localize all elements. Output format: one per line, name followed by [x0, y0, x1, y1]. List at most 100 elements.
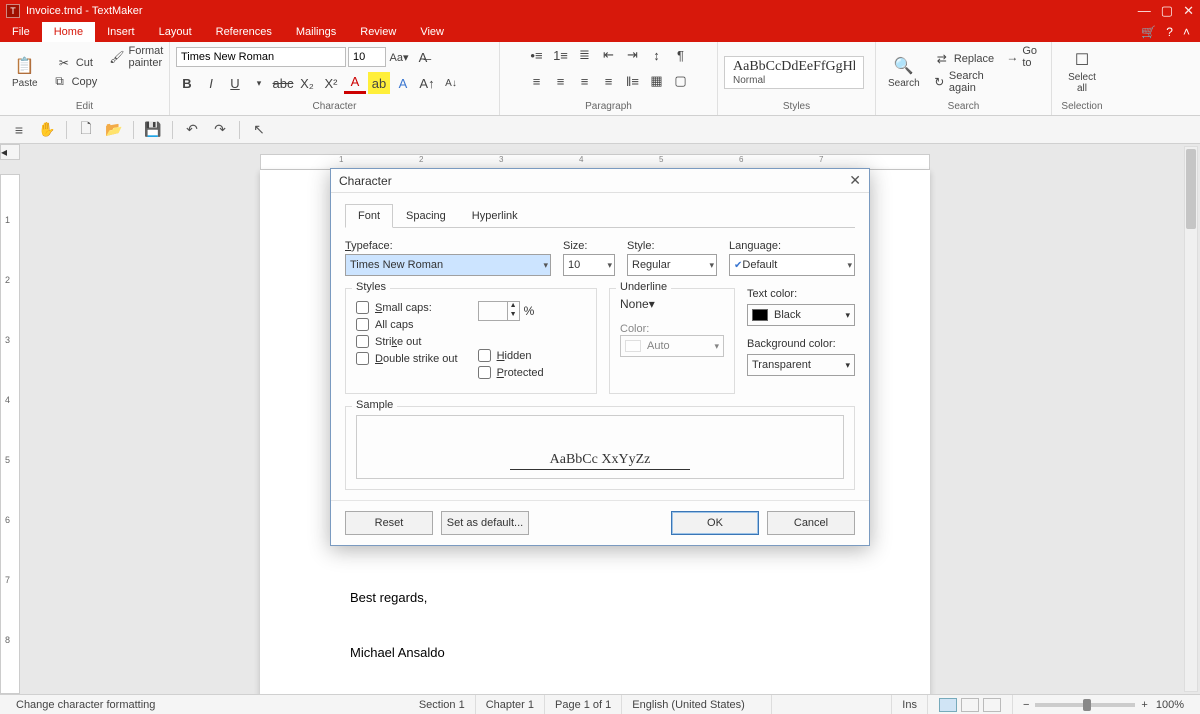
scrollbar-thumb[interactable] [1186, 149, 1196, 229]
set-default-button[interactable]: Set as default... [441, 511, 529, 535]
bg-color-combo[interactable]: Transparent▾ [747, 354, 855, 376]
zoom-slider-knob[interactable] [1083, 699, 1091, 711]
zoom-level[interactable]: 100% [1156, 699, 1184, 711]
paste-button[interactable]: 📋 Paste [6, 54, 44, 91]
protected-checkbox[interactable]: Protected [478, 366, 544, 379]
bold-button[interactable]: B [176, 72, 198, 94]
status-page[interactable]: Page 1 of 1 [545, 695, 622, 714]
search-button[interactable]: 🔍Search [882, 54, 926, 91]
dialog-close-button[interactable]: ✕ [849, 172, 861, 189]
bullets-button[interactable]: •≡ [526, 44, 548, 66]
multilevel-button[interactable]: ≣ [574, 44, 596, 66]
clear-formatting-icon[interactable]: A̶ [412, 46, 434, 68]
shrink-font-button[interactable]: A↓ [440, 72, 462, 94]
tab-file[interactable]: File [0, 22, 42, 42]
status-language[interactable]: English (United States) [622, 695, 772, 714]
select-all-button[interactable]: ☐Select all [1058, 48, 1106, 96]
shading-button[interactable]: ▦ [646, 70, 668, 92]
font-size-combo[interactable] [348, 47, 386, 67]
zoom-slider[interactable] [1035, 703, 1135, 707]
tab-home[interactable]: Home [42, 22, 95, 42]
show-marks-button[interactable]: ¶ [670, 44, 692, 66]
new-doc-icon[interactable]: 🗋 [75, 119, 97, 141]
increase-indent-button[interactable]: ⇥ [622, 44, 644, 66]
dialog-tab-spacing[interactable]: Spacing [393, 204, 459, 228]
strike-checkbox[interactable]: Strike out [356, 335, 458, 348]
subscript-button[interactable]: X₂ [296, 72, 318, 94]
cancel-button[interactable]: Cancel [767, 511, 855, 535]
ribbon-collapse-icon[interactable]: ˄ [1183, 25, 1190, 39]
style-combo[interactable]: Regular▾ [627, 254, 717, 276]
double-strike-checkbox[interactable]: Double strike out [356, 352, 458, 365]
maximize-button[interactable]: ▢ [1161, 3, 1173, 19]
align-left-button[interactable]: ≡ [526, 70, 548, 92]
copy-button[interactable]: ⧉Copy [48, 73, 102, 91]
cut-button[interactable]: ✂Cut [48, 54, 102, 72]
all-caps-checkbox[interactable]: All caps [356, 318, 458, 331]
text-color-combo[interactable]: Black▾ [747, 304, 855, 326]
search-again-button[interactable]: ↻Search again [930, 69, 999, 95]
underline-combo[interactable]: None▾ [620, 297, 724, 311]
hamburger-icon[interactable]: ≡ [8, 119, 30, 141]
language-combo[interactable]: ✔Default▾ [729, 254, 855, 276]
font-family-combo[interactable] [176, 47, 346, 67]
sort-button[interactable]: ↕ [646, 44, 668, 66]
vertical-scrollbar[interactable] [1184, 146, 1198, 692]
italic-button[interactable]: I [200, 72, 222, 94]
line-spacing-button[interactable]: ‖≡ [622, 70, 644, 92]
align-right-button[interactable]: ≡ [574, 70, 596, 92]
tab-references[interactable]: References [204, 22, 284, 42]
tab-layout[interactable]: Layout [147, 22, 204, 42]
help-question-icon[interactable]: ? [1166, 25, 1173, 39]
open-icon[interactable]: 📂 [103, 119, 125, 141]
status-insert-mode[interactable]: Ins [892, 695, 928, 714]
small-caps-percent[interactable]: ▲▼ [478, 301, 520, 321]
view-master-button[interactable] [961, 698, 979, 712]
format-painter-button[interactable]: 🖌Format painter [105, 44, 168, 70]
text-effects-button[interactable]: A [392, 72, 414, 94]
justify-button[interactable]: ≡ [598, 70, 620, 92]
goto-button[interactable]: →Go to [1002, 44, 1045, 70]
dialog-tab-hyperlink[interactable]: Hyperlink [459, 204, 531, 228]
size-combo[interactable]: 10▾ [563, 254, 615, 276]
strikethrough-button[interactable]: abc [272, 72, 294, 94]
tab-mailings[interactable]: Mailings [284, 22, 348, 42]
dialog-titlebar[interactable]: Character ✕ [331, 169, 869, 193]
highlight-color-button[interactable]: ab [368, 72, 390, 94]
superscript-button[interactable]: X² [320, 72, 342, 94]
tab-review[interactable]: Review [348, 22, 408, 42]
tab-insert[interactable]: Insert [95, 22, 147, 42]
replace-button[interactable]: ⇄Replace [930, 50, 999, 68]
hidden-checkbox[interactable]: Hidden [478, 349, 544, 362]
zoom-out-button[interactable]: − [1023, 699, 1029, 711]
touch-mode-icon[interactable]: ✋ [36, 119, 58, 141]
typeface-combo[interactable]: Times New Roman▾ [345, 254, 551, 276]
reset-button[interactable]: Reset [345, 511, 433, 535]
vertical-ruler[interactable]: 1 2 3 4 5 6 7 8 [0, 174, 20, 694]
underline-more-icon[interactable]: ▾ [248, 72, 270, 94]
dialog-tab-font[interactable]: Font [345, 204, 393, 228]
status-chapter[interactable]: Chapter 1 [476, 695, 545, 714]
spin-up-icon[interactable]: ▲ [507, 302, 519, 311]
close-window-button[interactable]: ✕ [1183, 3, 1194, 19]
tab-view[interactable]: View [408, 22, 456, 42]
status-section[interactable]: Section 1 [409, 695, 476, 714]
grow-font-button[interactable]: A↑ [416, 72, 438, 94]
minimize-button[interactable]: — [1138, 3, 1151, 19]
underline-button[interactable]: U [224, 72, 246, 94]
decrease-indent-button[interactable]: ⇤ [598, 44, 620, 66]
save-icon[interactable]: 💾 [142, 119, 164, 141]
change-case-icon[interactable]: Aa▾ [388, 46, 410, 68]
style-gallery-item[interactable]: AaBbCcDdEeFfGgHh Normal [724, 56, 864, 89]
borders-button[interactable]: ▢ [670, 70, 692, 92]
view-normal-button[interactable] [939, 698, 957, 712]
pointer-icon[interactable]: ↖ [248, 119, 270, 141]
font-color-button[interactable]: A [344, 72, 366, 94]
ok-button[interactable]: OK [671, 511, 759, 535]
align-center-button[interactable]: ≡ [550, 70, 572, 92]
zoom-in-button[interactable]: + [1141, 699, 1147, 711]
small-caps-checkbox[interactable]: Small caps: [356, 301, 458, 314]
undo-icon[interactable]: ↶ [181, 119, 203, 141]
redo-icon[interactable]: ↷ [209, 119, 231, 141]
spin-down-icon[interactable]: ▼ [507, 311, 519, 320]
